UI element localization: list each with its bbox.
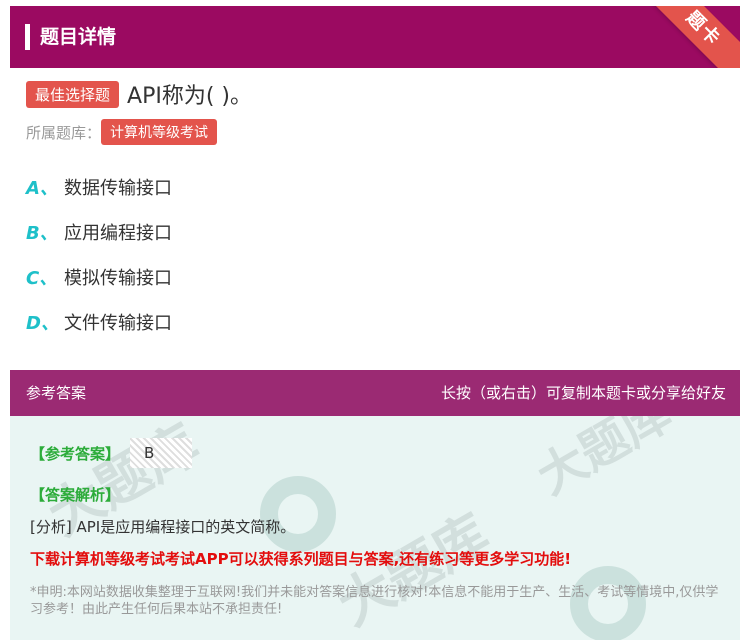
answer-header-label: 参考答案 [26,384,87,402]
corner-ribbon: 题卡 [637,6,740,68]
question-bank-row: 所属题库： 计算机等级考试 [26,119,218,145]
question-type-badge: 最佳选择题 [26,80,120,108]
options-list: A、 数据传输接口 B、 应用编程接口 C、 模拟传输接口 D、 文件传输接口 [26,172,172,352]
question-bank-label: 所属题库： [26,123,102,142]
option-b[interactable]: B、 应用编程接口 [26,217,172,247]
question-text: API称为( )。 [127,84,252,109]
answer-header: 参考答案 长按（或右击）可复制本题卡或分享给好友 [10,370,740,416]
option-a[interactable]: A、 数据传输接口 [26,172,172,202]
page-title: 题目详情 [40,26,117,48]
share-hint: 长按（或右击）可复制本题卡或分享给好友 [440,384,726,402]
question-row: 最佳选择题 API称为( )。 [26,80,252,109]
analysis-label: 【答案解析】 [30,486,121,504]
watermark-text: 大题库 [528,416,681,506]
reference-answer-value: B [130,438,193,468]
title-accent-bar [25,24,30,50]
reference-answer-label: 【参考答案】 [30,444,121,463]
watermark-logo [260,476,336,552]
app-download-promo[interactable]: 下载计算机等级考试考试APP可以获得系列题目与答案,还有练习等更多学习功能! [30,548,571,569]
option-letter: D、 [26,313,59,334]
answer-panel: 大题库 大题库 大题库 【参考答案】 B 【答案解析】 [分析] API是应用编… [10,416,740,640]
option-text: 文件传输接口 [64,313,172,334]
question-bank-link[interactable]: 计算机等级考试 [101,119,218,145]
corner-ribbon-label: 题卡 [681,7,725,51]
disclaimer-text: *申明:本网站数据收集整理于互联网!我们并未能对答案信息进行核对!本信息不能用于… [30,585,719,617]
option-letter: C、 [26,268,58,289]
option-text: 模拟传输接口 [64,268,172,289]
option-text: 数据传输接口 [64,178,172,199]
option-letter: B、 [26,223,58,244]
reference-answer-row: 【参考答案】 B [30,438,193,468]
detail-header: 题目详情 题卡 [10,6,740,68]
option-letter: A、 [26,178,58,199]
option-c[interactable]: C、 模拟传输接口 [26,262,172,292]
option-text: 应用编程接口 [64,223,172,244]
analysis-text: [分析] API是应用编程接口的英文简称。 [30,518,296,536]
option-d[interactable]: D、 文件传输接口 [26,307,172,337]
